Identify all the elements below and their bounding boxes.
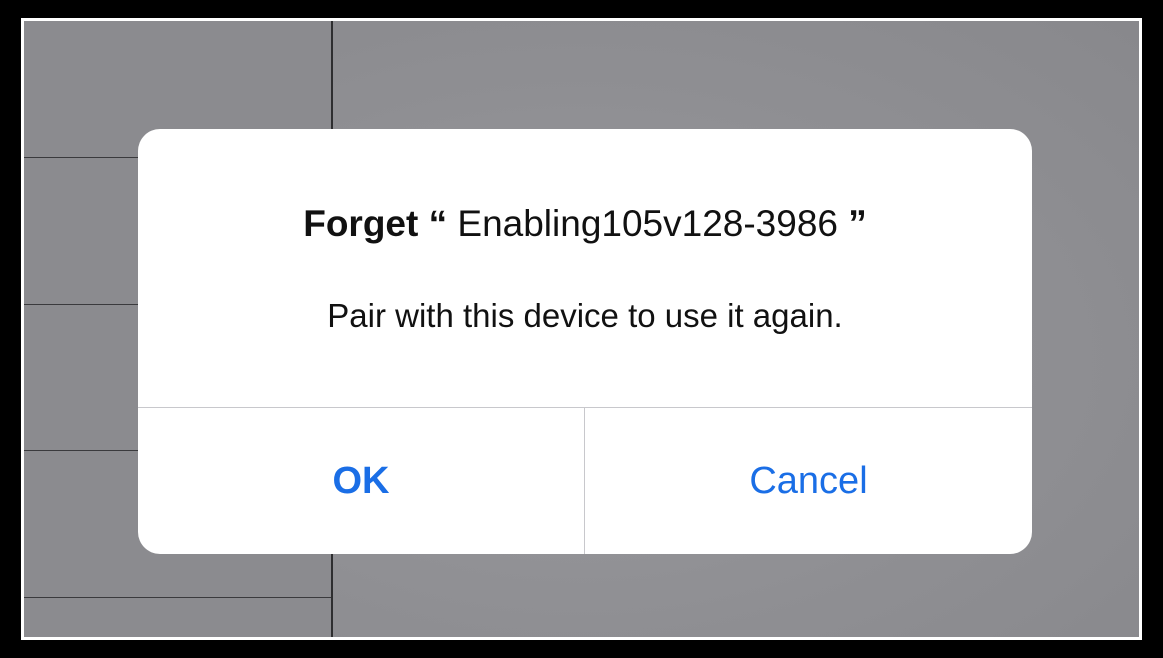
- alert-message: Pair with this device to use it again.: [327, 297, 843, 334]
- ok-button[interactable]: OK: [138, 408, 584, 554]
- list-row-divider: [24, 597, 331, 598]
- alert-title-open-quote: “: [428, 203, 448, 244]
- forget-device-alert: Forget “ Enabling105v128-3986 ” Pair wit…: [138, 129, 1032, 554]
- screenshot-area: Forget “ Enabling105v128-3986 ” Pair wit…: [21, 18, 1142, 640]
- alert-title: Forget “ Enabling105v128-3986 ”: [138, 203, 1032, 245]
- alert-device-name: Enabling105v128-3986: [457, 203, 838, 244]
- alert-title-close-quote: ”: [848, 203, 867, 244]
- alert-title-prefix: Forget: [303, 203, 419, 244]
- cancel-button[interactable]: Cancel: [585, 408, 1032, 554]
